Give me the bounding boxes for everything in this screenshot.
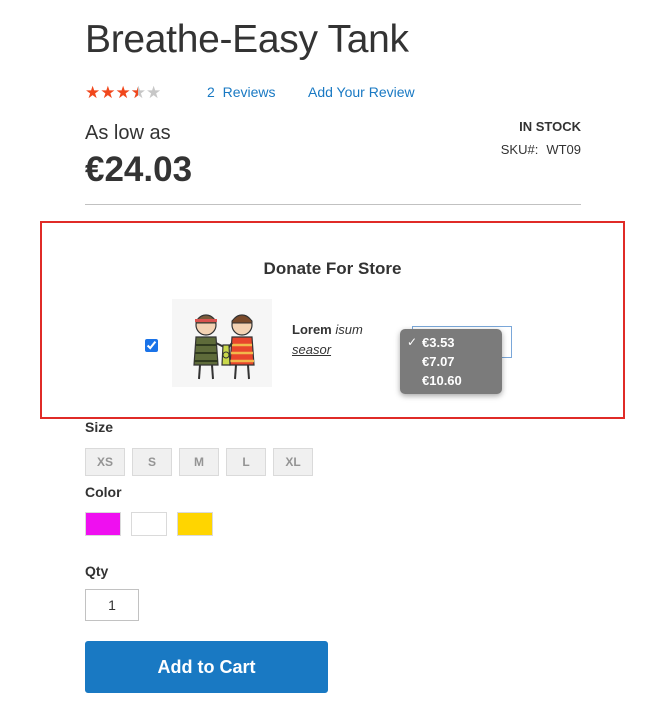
qty-label: Qty	[85, 563, 109, 579]
donation-checkbox[interactable]	[145, 339, 158, 352]
size-option-m[interactable]: M	[179, 448, 219, 476]
sku: SKU#: WT09	[501, 142, 581, 157]
size-option-l[interactable]: L	[226, 448, 266, 476]
donation-option-label: €7.07	[422, 354, 455, 369]
size-label: Size	[85, 419, 114, 435]
add-to-cart-button[interactable]: Add to Cart	[85, 641, 328, 693]
donation-option[interactable]: ✓ €3.53	[400, 333, 502, 352]
star-icon: ★	[85, 83, 101, 102]
reviews-label: Reviews	[222, 84, 276, 100]
color-label: Color	[85, 484, 122, 500]
donation-item-italic: isum	[335, 322, 363, 337]
star-icon: ★	[100, 83, 116, 102]
donation-item-bold: Lorem	[292, 322, 332, 337]
color-option-magenta[interactable]	[85, 512, 121, 536]
donation-option-label: €10.60	[422, 373, 462, 388]
size-option-xs[interactable]: XS	[85, 448, 125, 476]
sku-label: SKU#:	[500, 142, 539, 157]
reviews-link[interactable]: 2 Reviews	[207, 84, 275, 100]
qty-input[interactable]	[85, 589, 139, 621]
divider	[85, 204, 581, 205]
donation-option[interactable]: €7.07	[400, 352, 502, 371]
sku-value: WT09	[546, 142, 581, 157]
donation-title: Donate For Store	[263, 259, 402, 278]
product-price: €24.03	[85, 150, 193, 189]
donation-image	[172, 299, 272, 387]
color-option-yellow[interactable]	[177, 512, 213, 536]
price-prefix: As low as	[85, 122, 171, 144]
donation-option[interactable]: €10.60	[400, 371, 502, 390]
stock-status: IN STOCK	[519, 119, 581, 134]
check-icon: ✓	[407, 335, 418, 349]
star-empty-icon: ★	[146, 83, 162, 102]
color-option-white[interactable]	[131, 512, 167, 536]
donation-item-name: Lorem isum seasor	[292, 320, 363, 360]
size-option-s[interactable]: S	[132, 448, 172, 476]
reviews-count: 2	[207, 84, 215, 100]
add-review-link[interactable]: Add Your Review	[308, 84, 415, 100]
donation-option-label: €3.53	[422, 335, 455, 350]
rating-stars: ★★★★★★	[85, 84, 161, 101]
donation-item-link[interactable]: seasor	[292, 342, 331, 357]
star-icon: ★	[115, 83, 131, 102]
donation-amount-dropdown: ✓ €3.53 €7.07 €10.60	[400, 329, 502, 394]
star-half-icon: ★★	[130, 83, 146, 102]
product-title: Breathe-Easy Tank	[85, 18, 409, 61]
size-option-xl[interactable]: XL	[273, 448, 313, 476]
